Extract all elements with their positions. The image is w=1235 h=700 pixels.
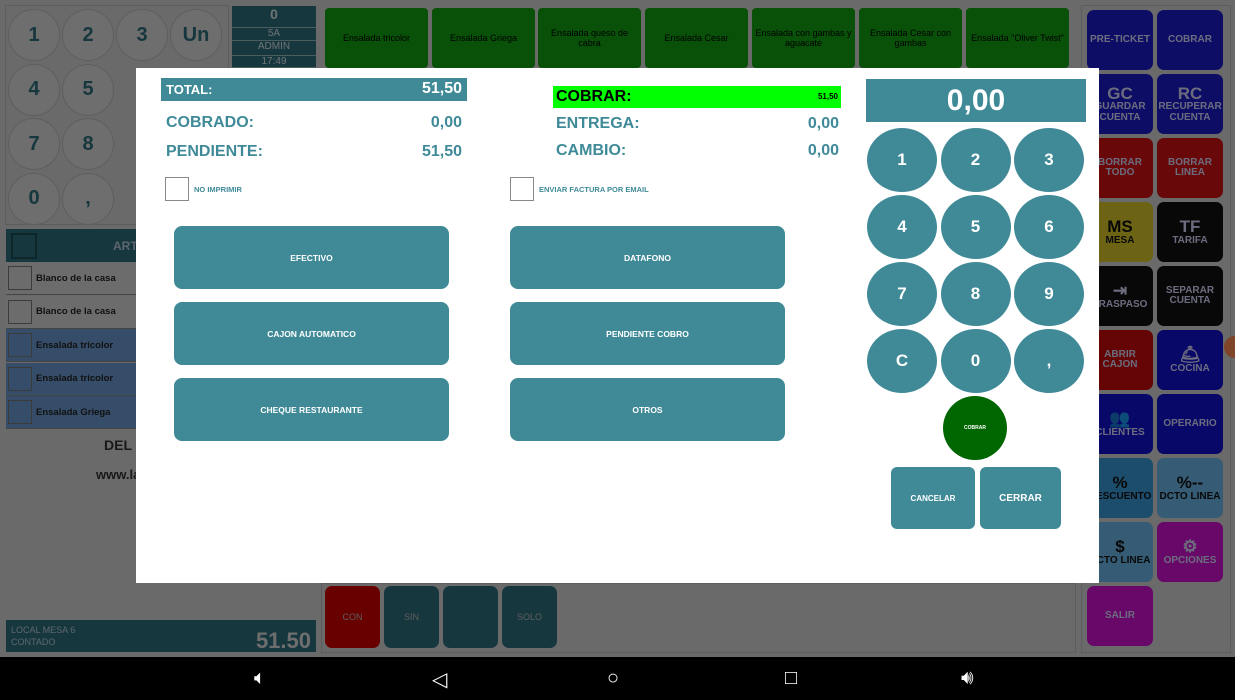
back-icon[interactable]: ◁ [432, 667, 447, 692]
numpad-key[interactable]: 7 [867, 262, 937, 326]
cobrar-value: 51,50 [817, 92, 838, 101]
home-icon[interactable]: ○ [607, 667, 619, 690]
numpad-key[interactable]: 8 [940, 262, 1011, 326]
cobrar-bar: COBRAR: 51,50 [553, 86, 841, 108]
payment-method-button[interactable]: EFECTIVO [174, 226, 449, 289]
amount-display: 0,00 [866, 79, 1086, 122]
numpad-key[interactable]: 1 [867, 128, 937, 192]
payment-method-button[interactable]: OTROS [510, 378, 785, 441]
numpad-key[interactable]: C [867, 329, 937, 393]
cambio-label: CAMBIO: [556, 142, 627, 159]
total-bar: TOTAL: 51,50 [161, 78, 467, 101]
payment-method-button[interactable]: DATAFONO [510, 226, 785, 289]
cambio-value: 0,00 [807, 142, 839, 159]
payment-method-button[interactable]: CHEQUE RESTAURANTE [174, 378, 449, 441]
entrega-value: 0,00 [807, 115, 839, 132]
numpad-key[interactable]: 6 [1014, 195, 1084, 259]
payment-method-button[interactable]: PENDIENTE COBRO [510, 302, 785, 365]
numpad-key[interactable]: 0 [940, 329, 1011, 393]
payment-method-button[interactable]: CAJON AUTOMATICO [174, 302, 449, 365]
no-imprimir-checkbox[interactable] [165, 177, 189, 201]
volume-up-icon[interactable]: 🔊︎ [961, 667, 974, 690]
volume-down-icon[interactable]: 🔈︎ [254, 667, 266, 690]
enviar-email-label: ENVIAR FACTURA POR EMAIL [539, 185, 649, 194]
recents-icon[interactable]: □ [785, 667, 797, 690]
pendiente-value: 51,50 [421, 143, 462, 160]
cobrado-value: 0,00 [430, 114, 462, 131]
payment-dialog: TOTAL: 51,50 COBRADO: 0,00 PENDIENTE: 51… [136, 68, 1099, 583]
android-nav-bar: 🔈︎ ◁ ○ □ 🔊︎ [0, 657, 1235, 700]
no-imprimir-label: NO IMPRIMIR [194, 185, 242, 194]
cancel-button[interactable]: CANCELAR [891, 467, 975, 529]
close-button[interactable]: CERRAR [980, 467, 1061, 529]
numpad-key[interactable]: 2 [940, 128, 1011, 192]
entrega-label: ENTREGA: [556, 115, 640, 132]
numpad-key[interactable]: , [1014, 329, 1084, 393]
pendiente-label: PENDIENTE: [166, 143, 263, 160]
cobrado-label: COBRADO: [166, 114, 254, 131]
numpad-key[interactable]: 9 [1014, 262, 1084, 326]
cobrar-button[interactable]: COBRAR [943, 396, 1007, 460]
total-value: 51,50 [421, 80, 462, 97]
cobrar-label: COBRAR: [556, 88, 632, 105]
enviar-email-checkbox[interactable] [510, 177, 534, 201]
numpad-key[interactable]: 3 [1014, 128, 1084, 192]
numpad-key[interactable]: 5 [940, 195, 1011, 259]
total-label: TOTAL: [166, 82, 213, 97]
numpad-key[interactable]: 4 [867, 195, 937, 259]
